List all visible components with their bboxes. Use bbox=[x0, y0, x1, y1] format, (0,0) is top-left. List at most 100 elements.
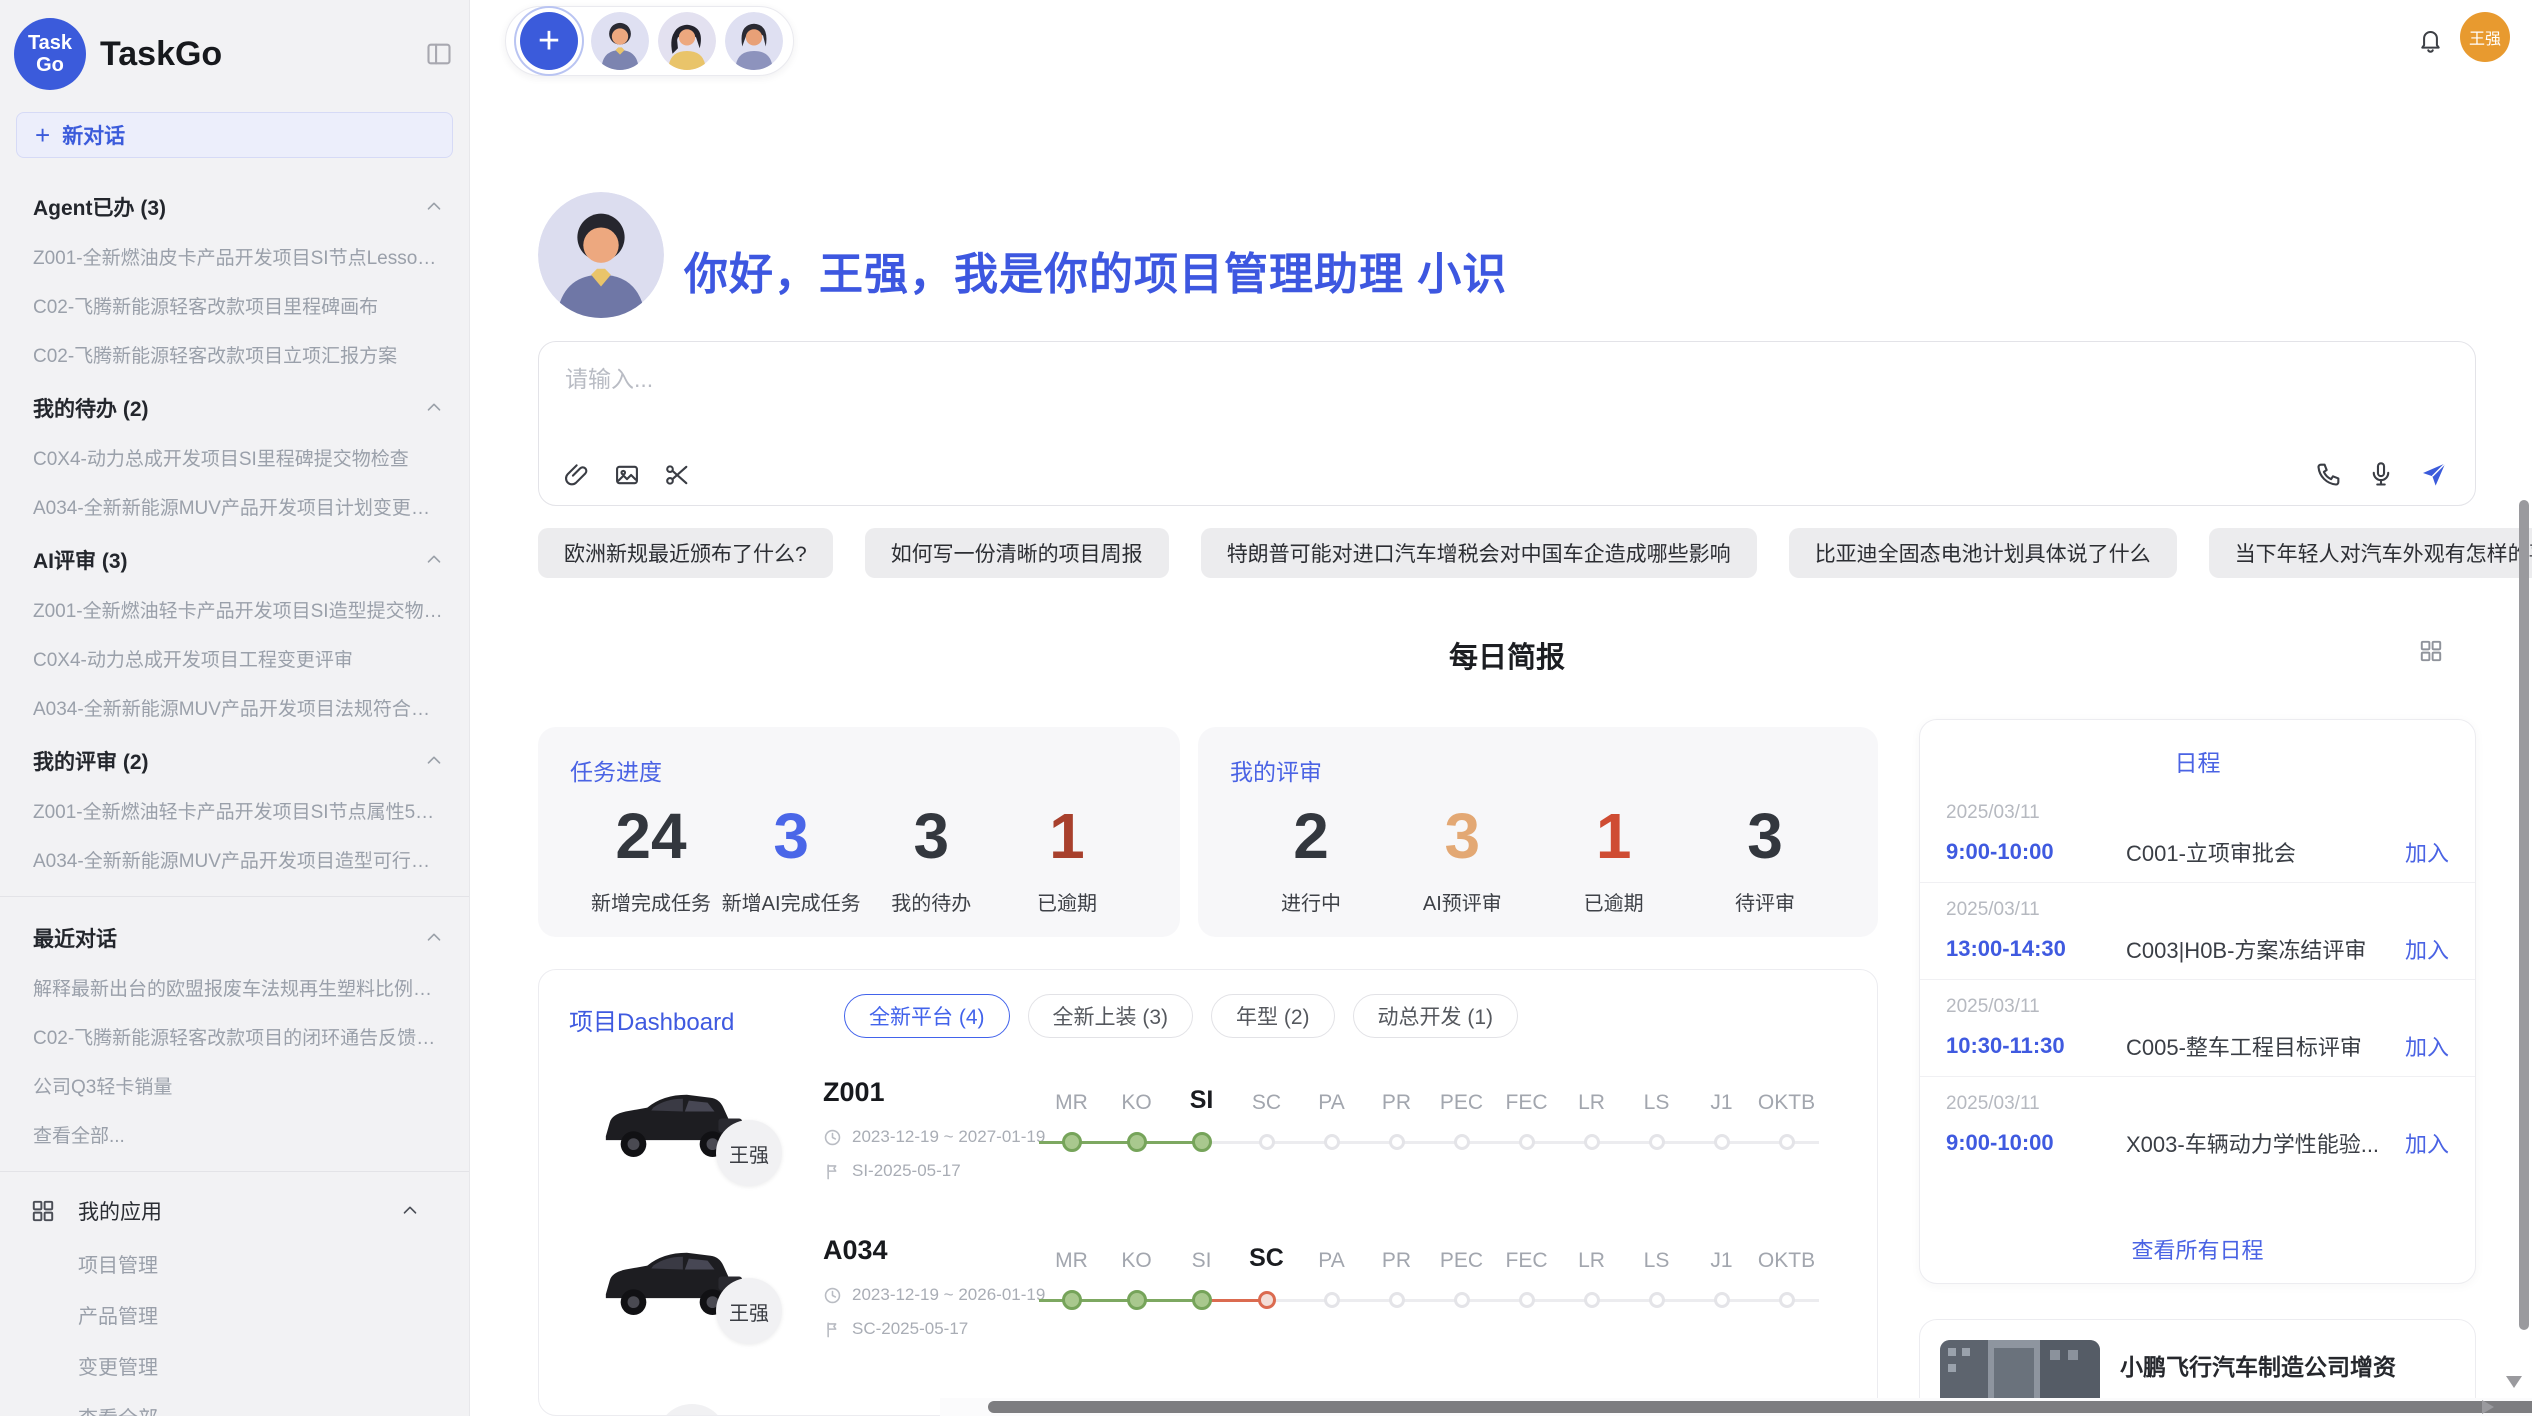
sidebar-item[interactable]: C02-飞腾新能源轻客改款项目立项汇报方案 bbox=[0, 330, 469, 379]
sidebar-item[interactable]: Z001-全新燃油皮卡产品开发项目SI节点Lesson Learn报告 bbox=[0, 232, 469, 281]
sidebar-item[interactable]: 解释最新出台的欧盟报废车法规再生塑料比例被调至15%... bbox=[0, 963, 469, 1012]
sidebar-section-3-header[interactable]: 我的评审 (2) bbox=[0, 732, 469, 786]
join-meeting-link[interactable]: 加入 bbox=[2405, 836, 2449, 868]
suggestion-chip[interactable]: 欧洲新规最近颁布了什么? bbox=[538, 528, 833, 578]
join-meeting-link[interactable]: 加入 bbox=[2405, 1127, 2449, 1159]
schedule-item[interactable]: 2025/03/1110:30-11:30C005-整车工程目标评审加入 bbox=[1920, 980, 2475, 1077]
project-row-Z001[interactable]: 王强Z0012023-12-19 ~ 2027-01-19SI-2025-05-… bbox=[539, 1065, 1877, 1223]
sidebar-item[interactable]: C02-飞腾新能源轻客改款项目的闭环通告反馈情况 bbox=[0, 1012, 469, 1061]
vertical-scrollbar-thumb[interactable] bbox=[2519, 500, 2529, 1330]
voice-call-icon[interactable] bbox=[2315, 460, 2343, 488]
chevron-up-icon[interactable] bbox=[423, 397, 445, 419]
schedule-event-name: X003-车辆动力学性能验... bbox=[2126, 1127, 2393, 1159]
milestone-dot-todo bbox=[1584, 1292, 1600, 1308]
sidebar-section-recent-header[interactable]: 最近对话 bbox=[0, 909, 469, 963]
filter-pill[interactable]: 全新上装 (3) bbox=[1028, 994, 1194, 1038]
stat-value: 1 bbox=[1549, 799, 1679, 873]
join-meeting-link[interactable]: 加入 bbox=[2405, 1030, 2449, 1062]
view-all-schedule-link[interactable]: 查看所有日程 bbox=[1920, 1219, 2475, 1283]
briefing-layout-icon[interactable] bbox=[2418, 638, 2444, 664]
scroll-down-arrow-icon[interactable] bbox=[2506, 1376, 2522, 1388]
milestone-label: MR bbox=[1039, 1237, 1104, 1279]
chevron-up-icon[interactable] bbox=[397, 1200, 423, 1222]
milestone-PA: PA bbox=[1299, 1079, 1364, 1165]
sidebar-item[interactable]: 公司Q3轻卡销量 bbox=[0, 1061, 469, 1110]
briefing-card-0: 任务进度24新增完成任务3新增AI完成任务3我的待办1已逾期 bbox=[538, 727, 1180, 937]
chevron-up-icon[interactable] bbox=[423, 750, 445, 772]
project-flag-milestone: SC-2025-05-17 bbox=[823, 1319, 968, 1339]
milestone-node bbox=[1754, 1121, 1819, 1165]
sidebar-section-2-header[interactable]: AI评审 (3) bbox=[0, 531, 469, 585]
chat-input[interactable] bbox=[565, 366, 2265, 393]
schedule-event-name: C003|H0B-方案冻结评审 bbox=[2126, 933, 2393, 965]
sidebar-item[interactable]: Z001-全新燃油轻卡产品开发项目SI造型提交物评审 bbox=[0, 585, 469, 634]
sidebar-item[interactable]: A034-全新新能源MUV产品开发项目法规符合性评审 bbox=[0, 683, 469, 732]
agent-avatar[interactable] bbox=[725, 12, 783, 70]
milestone-KO: KO bbox=[1104, 1237, 1169, 1323]
milestone-node bbox=[1429, 1279, 1494, 1323]
add-agent-button[interactable]: + bbox=[520, 12, 578, 70]
milestone-dot-todo bbox=[1519, 1134, 1535, 1150]
filter-pill[interactable]: 全新平台 (4) bbox=[844, 994, 1010, 1038]
user-avatar[interactable]: 王强 bbox=[2460, 12, 2510, 62]
filter-pill[interactable]: 年型 (2) bbox=[1211, 994, 1335, 1038]
sidebar-item[interactable]: Z001-全新燃油轻卡产品开发项目SI节点属性5D文件评审 bbox=[0, 786, 469, 835]
sidebar-item[interactable]: A034-全新新能源MUV产品开发项目计划变更表编写 bbox=[0, 482, 469, 531]
milestone-dot-done bbox=[1192, 1132, 1212, 1152]
milestone-track: MRKOSISCPAPRPECFECLRLSJ1OKTB bbox=[1039, 1079, 1819, 1165]
chevron-up-icon[interactable] bbox=[423, 927, 445, 949]
sidebar-subitem[interactable]: 项目管理 bbox=[0, 1238, 469, 1289]
agent-avatar[interactable] bbox=[591, 12, 649, 70]
suggestion-chip[interactable]: 比亚迪全固态电池计划具体说了什么 bbox=[1789, 528, 2177, 578]
attach-image-icon[interactable] bbox=[613, 461, 641, 489]
agent-avatar[interactable] bbox=[658, 12, 716, 70]
chevron-up-icon[interactable] bbox=[423, 549, 445, 571]
microphone-icon[interactable] bbox=[2367, 460, 2395, 488]
briefing-card-title: 我的评审 bbox=[1230, 753, 1322, 787]
schedule-event-name: C005-整车工程目标评审 bbox=[2126, 1030, 2393, 1062]
project-flag-text: SC-2025-05-17 bbox=[852, 1319, 968, 1339]
milestone-label: J1 bbox=[1689, 1079, 1754, 1121]
sidebar-subitem[interactable]: 查看全部... bbox=[0, 1391, 469, 1416]
milestone-node bbox=[1234, 1279, 1299, 1323]
join-meeting-link[interactable]: 加入 bbox=[2405, 933, 2449, 965]
milestone-label: MR bbox=[1039, 1079, 1104, 1121]
suggestion-chip[interactable]: 如何写一份清晰的项目周报 bbox=[865, 528, 1169, 578]
suggestion-chip[interactable]: 特朗普可能对进口汽车增税会对中国车企造成哪些影响 bbox=[1201, 528, 1757, 578]
milestone-node bbox=[1689, 1279, 1754, 1323]
sidebar-item-my-apps[interactable]: 我的应用 bbox=[0, 1184, 469, 1238]
milestone-dot-todo bbox=[1324, 1134, 1340, 1150]
sidebar-subitem[interactable]: 变更管理 bbox=[0, 1340, 469, 1391]
project-row-A034[interactable]: 王强A0342023-12-19 ~ 2026-01-19SC-2025-05-… bbox=[539, 1223, 1877, 1381]
suggestion-chips: 欧洲新规最近颁布了什么? 如何写一份清晰的项目周报特朗普可能对进口汽车增税会对中国… bbox=[538, 528, 2478, 578]
sidebar-subitem[interactable]: 产品管理 bbox=[0, 1289, 469, 1340]
horizontal-scrollbar-thumb[interactable] bbox=[988, 1401, 2532, 1413]
notifications-bell-icon[interactable] bbox=[2417, 26, 2444, 53]
send-icon[interactable] bbox=[2419, 459, 2449, 489]
horizontal-scrollbar[interactable] bbox=[940, 1398, 2532, 1416]
screenshot-scissors-icon[interactable] bbox=[663, 461, 691, 489]
collapse-sidebar-icon[interactable] bbox=[425, 40, 453, 68]
sidebar-section-1-header[interactable]: 我的待办 (2) bbox=[0, 379, 469, 433]
sidebar-item[interactable]: 查看全部... bbox=[0, 1110, 469, 1159]
sidebar-section-0-header[interactable]: Agent已办 (3) bbox=[0, 178, 469, 232]
attach-file-icon[interactable] bbox=[563, 461, 591, 489]
scroll-right-arrow-icon[interactable] bbox=[2482, 1400, 2494, 1414]
new-chat-button[interactable]: + 新对话 bbox=[16, 112, 453, 158]
stat-value: 1 bbox=[1002, 799, 1132, 873]
chat-input-box[interactable] bbox=[538, 341, 2476, 506]
sidebar-item[interactable]: C02-飞腾新能源轻客改款项目里程碑画布 bbox=[0, 281, 469, 330]
sidebar-item[interactable]: C0X4-动力总成开发项目工程变更评审 bbox=[0, 634, 469, 683]
sidebar-section-0-title: Agent已办 (3) bbox=[33, 192, 423, 222]
schedule-item[interactable]: 2025/03/1113:00-14:30C003|H0B-方案冻结评审加入 bbox=[1920, 883, 2475, 980]
sidebar-item[interactable]: C0X4-动力总成开发项目SI里程碑提交物检查 bbox=[0, 433, 469, 482]
chevron-up-icon[interactable] bbox=[423, 196, 445, 218]
milestone-SC: SC bbox=[1234, 1079, 1299, 1165]
sidebar-item[interactable]: A034-全新新能源MUV产品开发项目造型可行性评审 bbox=[0, 835, 469, 884]
schedule-item[interactable]: 2025/03/119:00-10:00C001-立项审批会加入 bbox=[1920, 786, 2475, 883]
filter-pill[interactable]: 动总开发 (1) bbox=[1353, 994, 1519, 1038]
schedule-item[interactable]: 2025/03/119:00-10:00X003-车辆动力学性能验...加入 bbox=[1920, 1077, 2475, 1173]
suggestion-chip[interactable]: 当下年轻人对汽车外观有怎样的喜好趋势 bbox=[2209, 528, 2532, 578]
milestone-LR: LR bbox=[1559, 1079, 1624, 1165]
milestone-node bbox=[1624, 1121, 1689, 1165]
